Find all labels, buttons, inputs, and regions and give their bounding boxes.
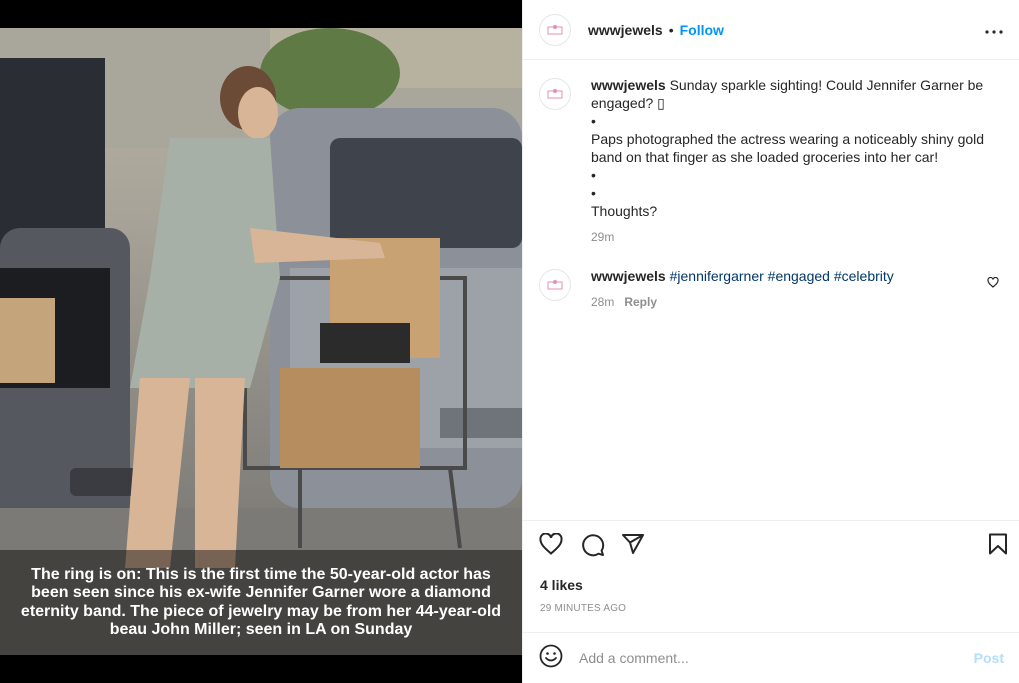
comment-input[interactable]	[579, 650, 974, 666]
comment-bullet: •	[591, 185, 596, 201]
comment-meta: 29m	[591, 228, 991, 246]
action-icons-row	[539, 532, 1008, 562]
avatar[interactable]	[539, 13, 571, 46]
send-icon	[622, 534, 644, 554]
hashtag-comment: wwwjewels #jennifergarner #engaged #cele…	[539, 267, 1009, 311]
heart-icon	[987, 276, 999, 288]
like-comment-heart-icon[interactable]	[987, 275, 999, 293]
brand-logo-icon	[547, 89, 563, 99]
brand-logo-icon	[547, 24, 563, 34]
image-caption-text: The ring is on: This is the first time t…	[20, 565, 502, 639]
comment-text: Thoughts?	[591, 203, 658, 219]
avatar[interactable]	[539, 78, 571, 110]
comment-time[interactable]: 28m	[591, 295, 614, 309]
heart-icon	[539, 532, 563, 555]
more-options-icon[interactable]	[985, 21, 1003, 35]
brand-logo-icon	[547, 280, 563, 290]
comments-list[interactable]: wwwjewels Sunday sparkle sighting! Could…	[523, 61, 1019, 520]
share-button[interactable]	[621, 533, 645, 560]
comment-username[interactable]: wwwjewels	[591, 268, 666, 284]
reply-button[interactable]: Reply	[624, 295, 657, 309]
emoji-button[interactable]	[539, 644, 563, 673]
comment-body: wwwjewels #jennifergarner #engaged #cele…	[591, 267, 991, 311]
post-actions: 4 likes 29 MINUTES AGO	[523, 520, 1019, 632]
like-button[interactable]	[539, 532, 563, 560]
comment-meta: 28m Reply	[591, 293, 991, 311]
likes-count[interactable]: 4 likes	[540, 577, 583, 593]
post-comment-button[interactable]: Post	[974, 650, 1004, 666]
caption-comment: wwwjewels Sunday sparkle sighting! Could…	[539, 76, 1009, 246]
comment-button[interactable]	[581, 533, 605, 562]
comment-text: Paps photographed the actress wearing a …	[591, 131, 985, 165]
comment-icon	[582, 534, 605, 557]
bookmark-icon	[989, 533, 1007, 555]
comment-line: wwwjewels Sunday sparkle sighting! Could…	[591, 76, 991, 112]
hashtag-link[interactable]: #jennifergarner	[670, 268, 764, 284]
image-caption-overlay: The ring is on: This is the first time t…	[0, 550, 522, 655]
comment-body: wwwjewels Sunday sparkle sighting! Could…	[591, 76, 991, 246]
post-media[interactable]: The ring is on: This is the first time t…	[0, 0, 522, 683]
header-username[interactable]: wwwjewels	[588, 22, 663, 38]
header-separator: •	[668, 21, 674, 38]
post-timestamp[interactable]: 29 MINUTES AGO	[540, 603, 626, 614]
post-header: wwwjewels • Follow	[523, 0, 1019, 60]
more-horizontal-icon	[985, 30, 1003, 34]
add-comment-bar: Post	[523, 632, 1019, 683]
hashtag-link[interactable]: #celebrity	[834, 268, 894, 284]
hashtag-link[interactable]: #engaged	[768, 268, 830, 284]
comment-bullet: •	[591, 167, 596, 183]
emoji-icon	[539, 644, 563, 667]
comment-time[interactable]: 29m	[591, 230, 614, 244]
comment-username[interactable]: wwwjewels	[591, 77, 666, 93]
save-button[interactable]	[988, 533, 1008, 560]
comment-bullet: •	[591, 113, 596, 129]
post-details-panel: wwwjewels • Follow wwwjewels Sunday spar…	[522, 0, 1019, 683]
comment-line: wwwjewels #jennifergarner #engaged #cele…	[591, 267, 991, 285]
avatar[interactable]	[539, 269, 571, 301]
follow-button[interactable]: Follow	[680, 22, 724, 38]
